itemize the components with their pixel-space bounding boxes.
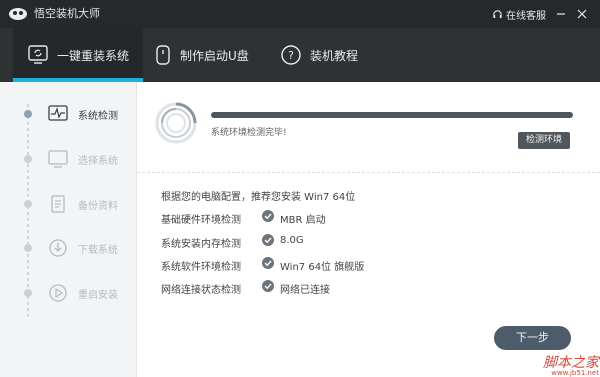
step-dot — [24, 200, 32, 208]
app-window: 悟空装机大师 在线客服 一键重装系统 制作启动U盘 ? 装机教程 系统检测 选择… — [0, 0, 600, 377]
title-bar: 悟空装机大师 在线客服 — [0, 0, 600, 28]
main-panel: 系统环境检测完毕! 检测环境 根据您的电脑配置，推荐您安装 Win7 64位 基… — [137, 82, 600, 377]
online-service-button[interactable]: 在线客服 — [492, 6, 546, 22]
app-logo-icon — [9, 8, 27, 20]
detect-environment-button[interactable]: 检测环境 — [518, 132, 570, 149]
tab-label: 装机教程 — [310, 48, 359, 63]
refresh-monitor-icon — [28, 45, 48, 64]
step-label: 重启安装 — [78, 290, 118, 301]
detection-status-text: 系统环境检测完毕! — [211, 128, 287, 138]
step-system-check[interactable]: 系统检测 — [18, 100, 133, 128]
tab-label: 一键重装系统 — [57, 48, 130, 63]
step-dot — [24, 289, 32, 297]
step-dot — [24, 155, 32, 163]
watermark-url: www.jb51.net — [551, 369, 599, 377]
detection-progress-bar — [211, 112, 573, 118]
step-restart-install[interactable]: 重启安装 — [18, 279, 133, 307]
check-value: 网络已连接 — [280, 285, 330, 296]
step-dot — [24, 110, 32, 118]
online-service-label: 在线客服 — [506, 10, 546, 22]
monitor-icon — [48, 150, 68, 168]
help-circle-icon: ? — [281, 45, 301, 65]
close-icon — [577, 9, 587, 19]
check-value: Win7 64位 旗舰版 — [280, 262, 365, 273]
check-circle-icon — [262, 257, 274, 269]
close-button[interactable] — [574, 6, 590, 22]
minimize-button[interactable] — [553, 6, 569, 22]
minimize-icon — [557, 13, 565, 15]
check-value: 8.0G — [280, 235, 304, 246]
step-label: 下载系统 — [78, 245, 118, 256]
recommendation-text: 根据您的电脑配置，推荐您安装 Win7 64位 — [161, 192, 356, 203]
tab-one-key-reinstall[interactable]: 一键重装系统 — [13, 28, 143, 82]
download-icon — [49, 239, 67, 257]
check-label: 系统安装内存检测 — [161, 239, 241, 250]
check-label: 网络连接状态检测 — [161, 285, 241, 296]
next-step-button[interactable]: 下一步 — [494, 326, 571, 350]
pulse-monitor-icon — [48, 105, 68, 121]
main-nav: 一键重装系统 制作启动U盘 ? 装机教程 — [0, 28, 600, 82]
progress-fill — [211, 112, 573, 118]
step-dot — [24, 244, 32, 252]
check-circle-icon — [262, 280, 274, 292]
tab-tutorial[interactable]: ? 装机教程 — [274, 28, 384, 82]
step-label: 选择系统 — [78, 156, 118, 167]
step-download-system[interactable]: 下载系统 — [18, 234, 133, 262]
steps-sidebar: 系统检测 选择系统 备份资料 下载系统 重启安装 — [0, 82, 137, 377]
step-label: 备份资料 — [78, 201, 118, 212]
scan-spinner-icon — [155, 102, 197, 144]
usb-drive-icon — [156, 45, 170, 65]
document-icon — [51, 195, 65, 213]
tab-make-usb[interactable]: 制作启动U盘 — [148, 28, 258, 82]
check-value: MBR 启动 — [280, 215, 326, 226]
svg-text:?: ? — [288, 49, 294, 62]
step-label: 系统检测 — [78, 111, 118, 122]
restart-icon — [49, 284, 67, 302]
step-select-system[interactable]: 选择系统 — [18, 145, 133, 173]
check-circle-icon — [262, 210, 274, 222]
check-circle-icon — [262, 234, 274, 246]
step-backup-data[interactable]: 备份资料 — [18, 190, 133, 218]
tab-label: 制作启动U盘 — [180, 48, 249, 63]
check-label: 基础硬件环境检测 — [161, 215, 241, 226]
headset-icon — [493, 9, 502, 18]
app-title: 悟空装机大师 — [34, 7, 100, 20]
check-label: 系统软件环境检测 — [161, 262, 241, 273]
section-divider — [137, 172, 600, 174]
